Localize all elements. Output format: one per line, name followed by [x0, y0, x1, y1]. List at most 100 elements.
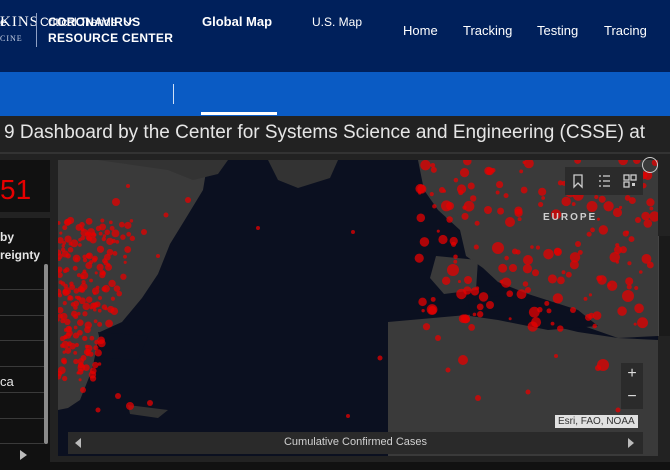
case-marker [497, 207, 505, 215]
case-marker [509, 264, 517, 272]
case-marker [64, 318, 71, 326]
case-marker [458, 314, 468, 323]
case-marker [436, 229, 440, 233]
subnav-us-map[interactable]: U.S. Map [312, 15, 362, 29]
case-marker [68, 295, 74, 301]
case-marker [441, 276, 451, 285]
case-marker [62, 225, 68, 231]
zoom-out-button[interactable]: − [621, 386, 643, 409]
case-marker [486, 301, 494, 309]
case-marker [71, 310, 78, 317]
case-marker [478, 292, 489, 302]
list-row-divider [0, 289, 44, 290]
dashboard-title: 9 Dashboard by the Center for Systems Sc… [4, 122, 646, 143]
case-marker [416, 213, 426, 223]
case-marker [584, 313, 592, 321]
case-marker [61, 250, 69, 258]
subnav-item-partial[interactable]: e [0, 15, 7, 29]
list-row-divider [0, 392, 44, 393]
next-layer-arrow-icon[interactable] [628, 438, 634, 448]
case-marker [517, 217, 522, 222]
case-marker [468, 324, 475, 331]
case-marker [499, 279, 504, 284]
case-marker [115, 393, 121, 399]
case-marker [638, 270, 643, 274]
case-marker [456, 184, 467, 194]
case-marker [141, 229, 147, 235]
subnav-critical-trends[interactable]: Critical Trends [40, 14, 134, 29]
case-marker [102, 284, 110, 293]
case-marker [594, 194, 599, 200]
case-marker [439, 187, 445, 193]
case-marker [77, 319, 84, 326]
case-marker [570, 307, 576, 313]
nav-home[interactable]: Home [403, 23, 438, 38]
case-marker [75, 224, 83, 231]
case-marker [628, 236, 635, 243]
subnav-global-map[interactable]: Global Map [202, 14, 272, 29]
case-marker [84, 232, 89, 236]
case-marker [63, 328, 68, 332]
case-marker [80, 355, 87, 361]
case-marker [73, 350, 78, 355]
case-marker [80, 387, 86, 393]
case-marker [445, 367, 451, 373]
zoom-in-button[interactable]: + [621, 363, 643, 386]
case-marker [346, 414, 350, 418]
case-marker [546, 308, 552, 314]
case-marker [464, 276, 472, 284]
case-marker [418, 191, 422, 195]
list-scrollbar-thumb[interactable] [44, 264, 48, 444]
case-marker [622, 230, 629, 237]
expand-icon[interactable] [642, 157, 658, 173]
nav-tracing[interactable]: Tracing [604, 23, 647, 38]
panel-next-arrow-icon[interactable] [20, 450, 27, 460]
case-marker [565, 271, 572, 278]
case-marker [74, 295, 79, 299]
case-marker [84, 321, 92, 329]
list-icon[interactable] [593, 170, 615, 192]
case-marker [126, 402, 134, 410]
logo-divider [36, 13, 37, 47]
case-marker [635, 217, 641, 223]
case-marker [124, 246, 132, 253]
case-marker [646, 261, 654, 269]
world-map[interactable] [58, 160, 658, 456]
case-marker [112, 251, 118, 256]
active-tab-indicator [201, 112, 277, 115]
case-marker [575, 241, 581, 247]
case-marker [492, 242, 504, 254]
case-marker [77, 329, 83, 336]
case-marker [628, 197, 636, 205]
bookmark-icon[interactable] [567, 170, 589, 192]
case-marker [112, 198, 120, 206]
case-marker [421, 308, 425, 313]
case-marker [59, 231, 63, 235]
case-marker [93, 319, 98, 324]
subnav-critical-trends-label: Critical Trends [40, 15, 117, 29]
case-marker [98, 231, 103, 236]
qr-icon[interactable] [619, 170, 641, 192]
case-marker [377, 355, 383, 361]
case-marker [123, 254, 127, 259]
case-marker [420, 160, 431, 171]
case-marker [516, 289, 527, 300]
nav-testing[interactable]: Testing [537, 23, 578, 38]
greenland-land [268, 160, 338, 188]
case-marker [62, 268, 68, 274]
case-marker [69, 281, 74, 286]
case-marker [596, 217, 600, 221]
case-marker [597, 275, 607, 285]
case-marker [85, 349, 91, 355]
case-marker [105, 319, 113, 328]
case-marker [506, 290, 514, 298]
case-marker [430, 166, 437, 173]
map-region-label: EUROPE [543, 212, 598, 223]
list-item[interactable]: ca [0, 374, 14, 389]
case-marker [61, 244, 66, 248]
case-marker [111, 229, 120, 238]
case-marker [120, 234, 126, 240]
case-marker [126, 184, 130, 188]
case-marker [106, 248, 114, 256]
nav-tracking[interactable]: Tracking [463, 23, 512, 38]
